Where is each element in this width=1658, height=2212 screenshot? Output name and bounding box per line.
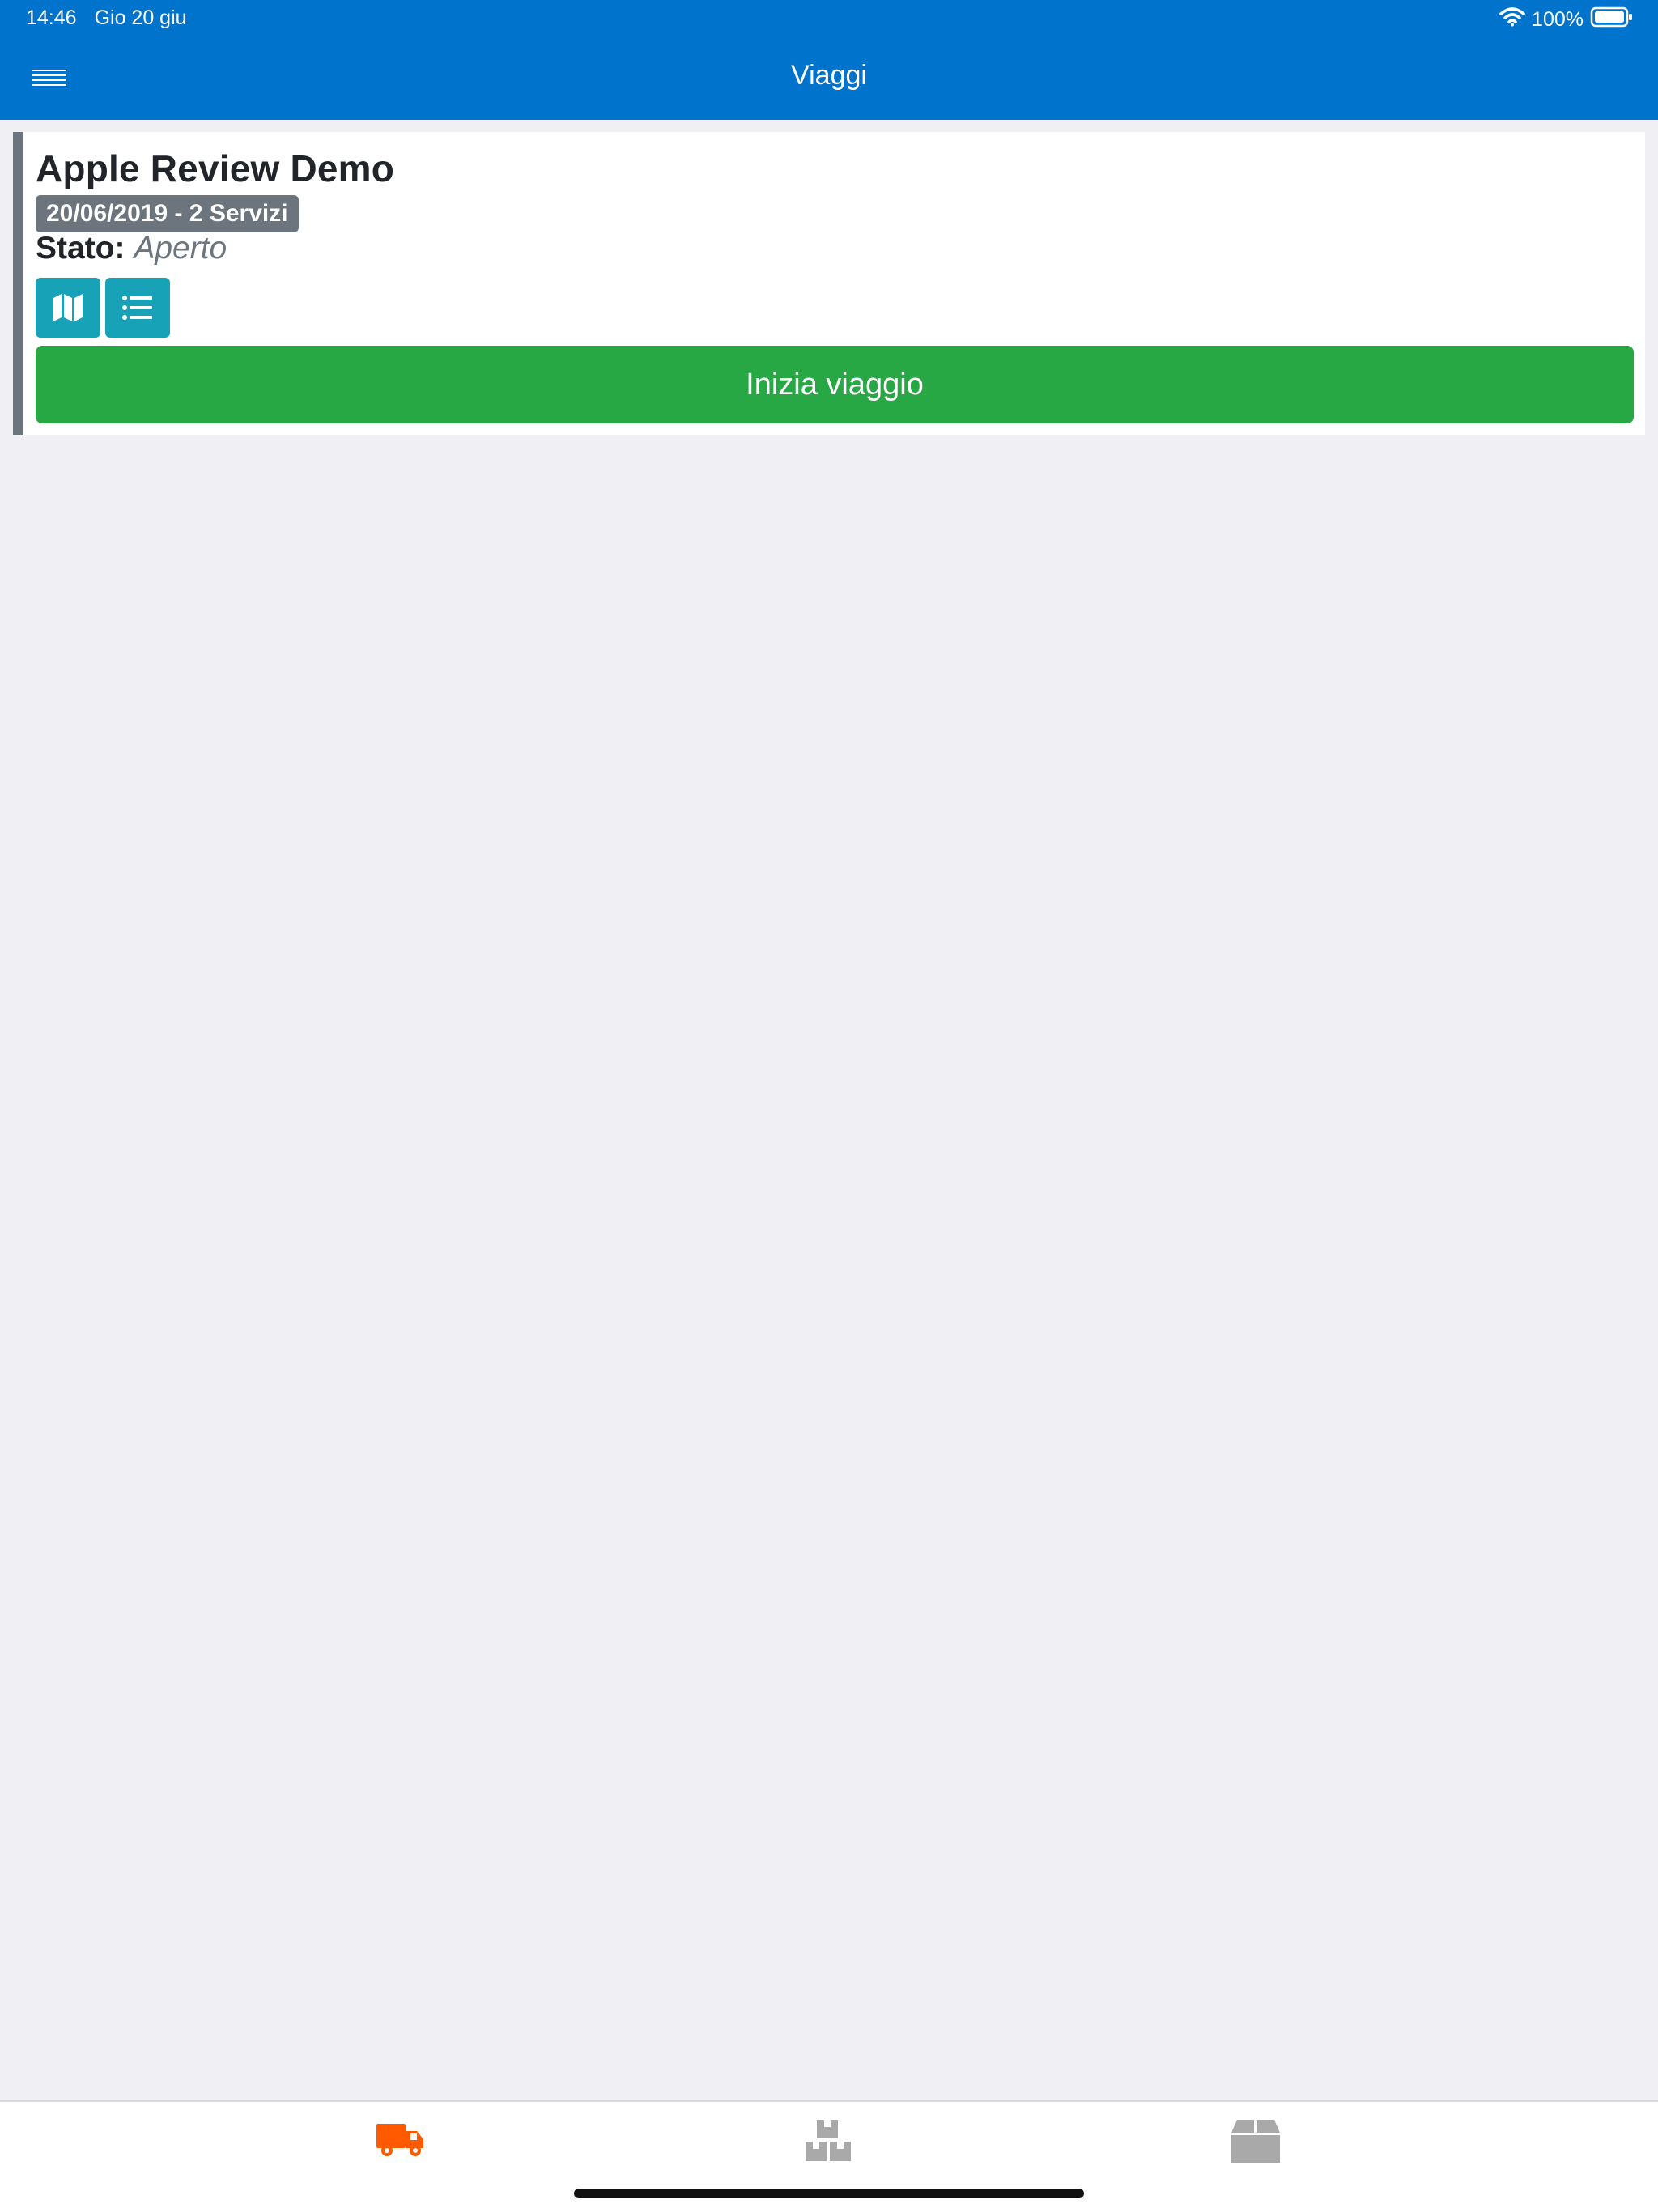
page-title: Viaggi (791, 60, 867, 91)
trip-status-value: Aperto (134, 231, 227, 266)
start-trip-button[interactable]: Inizia viaggio (36, 346, 1634, 423)
map-icon (53, 294, 83, 321)
battery-percent: 100% (1532, 8, 1584, 31)
box-icon (1231, 2120, 1280, 2163)
status-left: 14:46 Gio 20 giu (26, 6, 187, 30)
tab-box[interactable] (1210, 2116, 1299, 2189)
battery-icon (1590, 6, 1634, 34)
tab-packages[interactable] (784, 2116, 873, 2189)
trip-title: Apple Review Demo (36, 147, 395, 189)
list-button[interactable] (105, 278, 170, 338)
trip-status: Stato: Aperto (36, 231, 227, 266)
status-time: 14:46 (26, 6, 77, 29)
trip-card-accent-strip (13, 132, 23, 435)
status-bar: 14:46 Gio 20 giu 100% (0, 0, 1658, 37)
status-date: Gio 20 giu (94, 6, 187, 29)
trip-date-services-badge: 20/06/2019 - 2 Servizi (36, 195, 299, 232)
trip-card: Apple Review Demo 20/06/2019 - 2 Servizi… (13, 132, 1645, 435)
map-button[interactable] (36, 278, 100, 338)
truck-icon (376, 2124, 423, 2156)
wifi-icon (1499, 7, 1525, 32)
boxes-icon (806, 2120, 851, 2161)
trip-status-label: Stato: (36, 231, 125, 266)
list-icon (122, 296, 152, 320)
tab-trips[interactable] (357, 2116, 446, 2189)
navigation-bar: Viaggi (0, 37, 1658, 120)
home-indicator[interactable] (574, 2189, 1084, 2198)
status-right: 100% (1499, 6, 1634, 34)
